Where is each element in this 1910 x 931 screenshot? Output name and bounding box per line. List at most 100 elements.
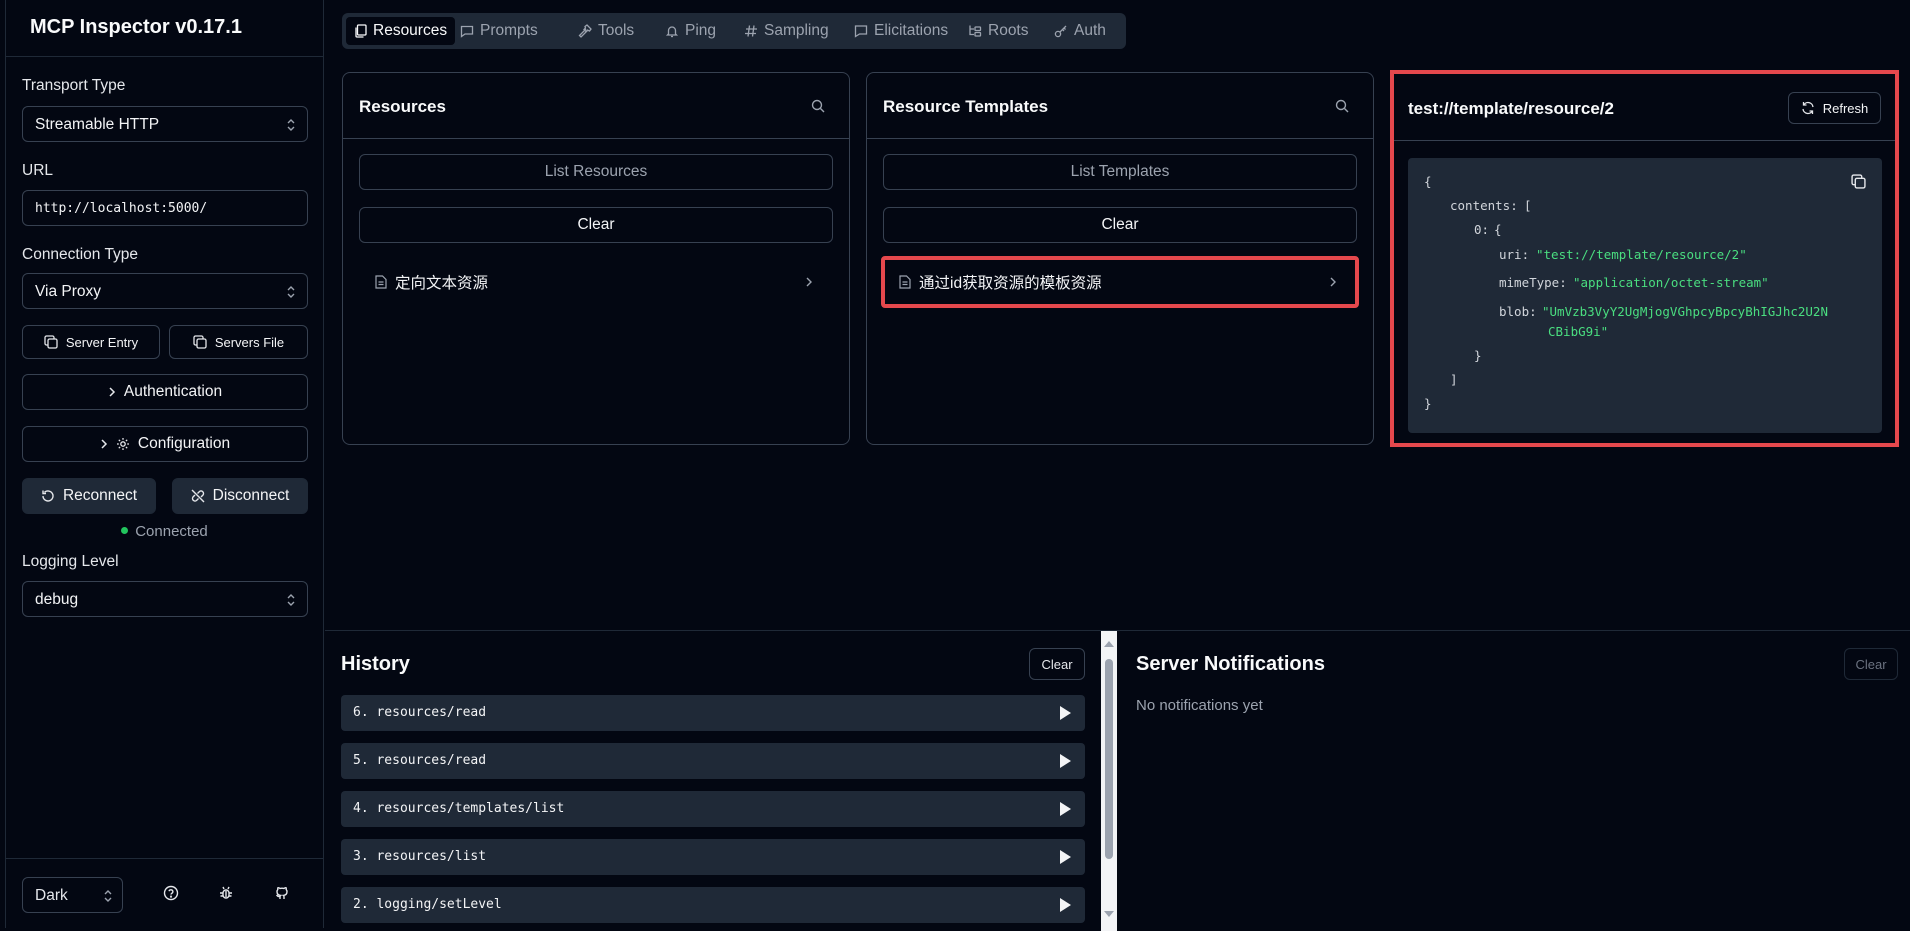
configuration-toggle[interactable]: Configuration — [22, 426, 308, 462]
tab-ping[interactable]: Ping — [657, 17, 724, 45]
url-label: URL — [22, 162, 54, 179]
url-input[interactable]: http://localhost:5000/ — [22, 190, 308, 226]
connection-type-select[interactable]: Via Proxy — [22, 273, 308, 309]
chevron-right-icon — [805, 276, 813, 288]
json-brace: { — [1424, 174, 1432, 189]
resource-item-label: 定向文本资源 — [395, 275, 489, 292]
history-item[interactable]: 6. resources/read — [341, 695, 1085, 731]
notifications-empty-text: No notifications yet — [1136, 697, 1263, 714]
status-dot-icon — [121, 527, 129, 534]
history-scrollbar[interactable] — [1101, 631, 1117, 931]
play-icon — [1060, 706, 1071, 720]
list-templates-button[interactable]: List Templates — [883, 154, 1357, 190]
resource-detail-title: test://template/resource/2 — [1408, 99, 1614, 118]
resource-templates-panel: Resource Templates List Templates Clear … — [866, 72, 1374, 445]
search-icon[interactable] — [811, 99, 825, 113]
history-item-label: 5. resources/read — [353, 753, 487, 768]
divider — [1394, 140, 1895, 141]
tab-label: Ping — [685, 22, 717, 39]
help-icon[interactable] — [163, 885, 179, 901]
resource-item[interactable]: 定向文本资源 — [359, 258, 833, 306]
server-entry-label: Server Entry — [65, 334, 139, 350]
scroll-down-arrow-icon[interactable] — [1104, 911, 1114, 917]
theme-select[interactable]: Dark — [22, 877, 123, 913]
chevron-up-down-icon — [287, 286, 295, 298]
unplug-icon — [191, 489, 205, 503]
json-string-value: "test://template/resource/2" — [1536, 247, 1747, 262]
json-string-value: "UmVzb3VyY2UgMjogVGhpcyBpcyBhIGJhc2U2N — [1542, 304, 1828, 319]
tab-label: Tools — [598, 22, 635, 39]
chevron-right-icon — [100, 438, 108, 450]
message-square-icon — [460, 24, 474, 38]
logging-level-value: debug — [35, 591, 79, 608]
hash-icon — [744, 24, 758, 38]
tab-prompts[interactable]: Prompts — [452, 17, 546, 45]
json-key: blob: — [1499, 304, 1537, 319]
tab-label: Auth — [1074, 22, 1106, 39]
bell-icon — [665, 24, 679, 38]
authentication-toggle[interactable]: Authentication — [22, 374, 308, 410]
connection-type-label: Connection Type — [22, 246, 139, 263]
templates-title: Resource Templates — [883, 97, 1049, 116]
chevron-up-down-icon — [287, 119, 295, 131]
tab-label: Prompts — [480, 22, 538, 39]
chevron-up-down-icon — [287, 594, 295, 606]
file-text-icon — [899, 275, 911, 289]
search-icon[interactable] — [1335, 99, 1349, 113]
logging-level-select[interactable]: debug — [22, 581, 308, 617]
history-item[interactable]: 4. resources/templates/list — [341, 791, 1085, 827]
disconnect-button[interactable]: Disconnect — [172, 478, 308, 514]
reconnect-button[interactable]: Reconnect — [22, 478, 156, 514]
list-resources-button[interactable]: List Resources — [359, 154, 833, 190]
tab-label: Roots — [988, 22, 1029, 39]
reconnect-label: Reconnect — [62, 487, 138, 504]
tab-auth[interactable]: Auth — [1046, 17, 1114, 45]
json-string-value: "application/octet-stream" — [1573, 275, 1769, 290]
copy-icon — [44, 335, 58, 349]
scroll-up-arrow-icon[interactable] — [1104, 641, 1114, 647]
history-item[interactable]: 3. resources/list — [341, 839, 1085, 875]
chevron-up-down-icon — [104, 890, 112, 902]
refresh-button[interactable]: Refresh — [1788, 92, 1881, 124]
json-brace: } — [1474, 348, 1482, 363]
history-item-label: 4. resources/templates/list — [353, 801, 565, 816]
scrollbar-thumb[interactable] — [1105, 659, 1113, 859]
copy-icon[interactable] — [1851, 174, 1866, 189]
tab-sampling[interactable]: Sampling — [736, 17, 837, 45]
history-title: History — [341, 653, 410, 675]
template-item[interactable]: 通过id获取资源的模板资源 — [881, 256, 1359, 308]
json-viewer: { contents: [ 0: { uri: "test://template… — [1408, 158, 1882, 433]
theme-value: Dark — [35, 887, 68, 904]
history-item[interactable]: 2. logging/setLevel — [341, 887, 1085, 923]
history-clear-button[interactable]: Clear — [1029, 648, 1085, 680]
copy-icon — [193, 335, 207, 349]
servers-file-button[interactable]: Servers File — [169, 325, 308, 359]
status-text: Connected — [135, 523, 208, 540]
play-icon — [1060, 754, 1071, 768]
refresh-icon — [1801, 101, 1815, 115]
notifications-clear-button[interactable]: Clear — [1844, 648, 1898, 680]
tab-resources[interactable]: Resources — [346, 17, 456, 45]
history-item[interactable]: 5. resources/read — [341, 743, 1085, 779]
sidebar-footer: Dark — [6, 858, 323, 928]
message-circle-icon — [854, 24, 868, 38]
transport-type-select[interactable]: Streamable HTTP — [22, 106, 308, 142]
folder-tree-icon — [968, 24, 982, 38]
tab-tools[interactable]: Tools — [570, 17, 642, 45]
json-brace: } — [1424, 396, 1432, 411]
github-icon[interactable] — [274, 885, 290, 901]
logging-level-label: Logging Level — [22, 553, 119, 570]
bottom-panel: History Clear 6. resources/read 5. resou… — [325, 630, 1910, 931]
clear-templates-button[interactable]: Clear — [883, 207, 1357, 243]
tab-label: Elicitations — [874, 22, 949, 39]
resources-header: Resources — [343, 73, 849, 139]
chevron-right-icon — [1329, 276, 1337, 288]
tab-roots[interactable]: Roots — [960, 17, 1037, 45]
play-icon — [1060, 898, 1071, 912]
server-entry-button[interactable]: Server Entry — [22, 325, 160, 359]
clear-resources-button[interactable]: Clear — [359, 207, 833, 243]
tab-elicitations[interactable]: Elicitations — [846, 17, 956, 45]
bug-icon[interactable] — [218, 885, 234, 901]
history-item-label: 2. logging/setLevel — [353, 897, 502, 912]
json-bracket: ] — [1450, 372, 1458, 387]
